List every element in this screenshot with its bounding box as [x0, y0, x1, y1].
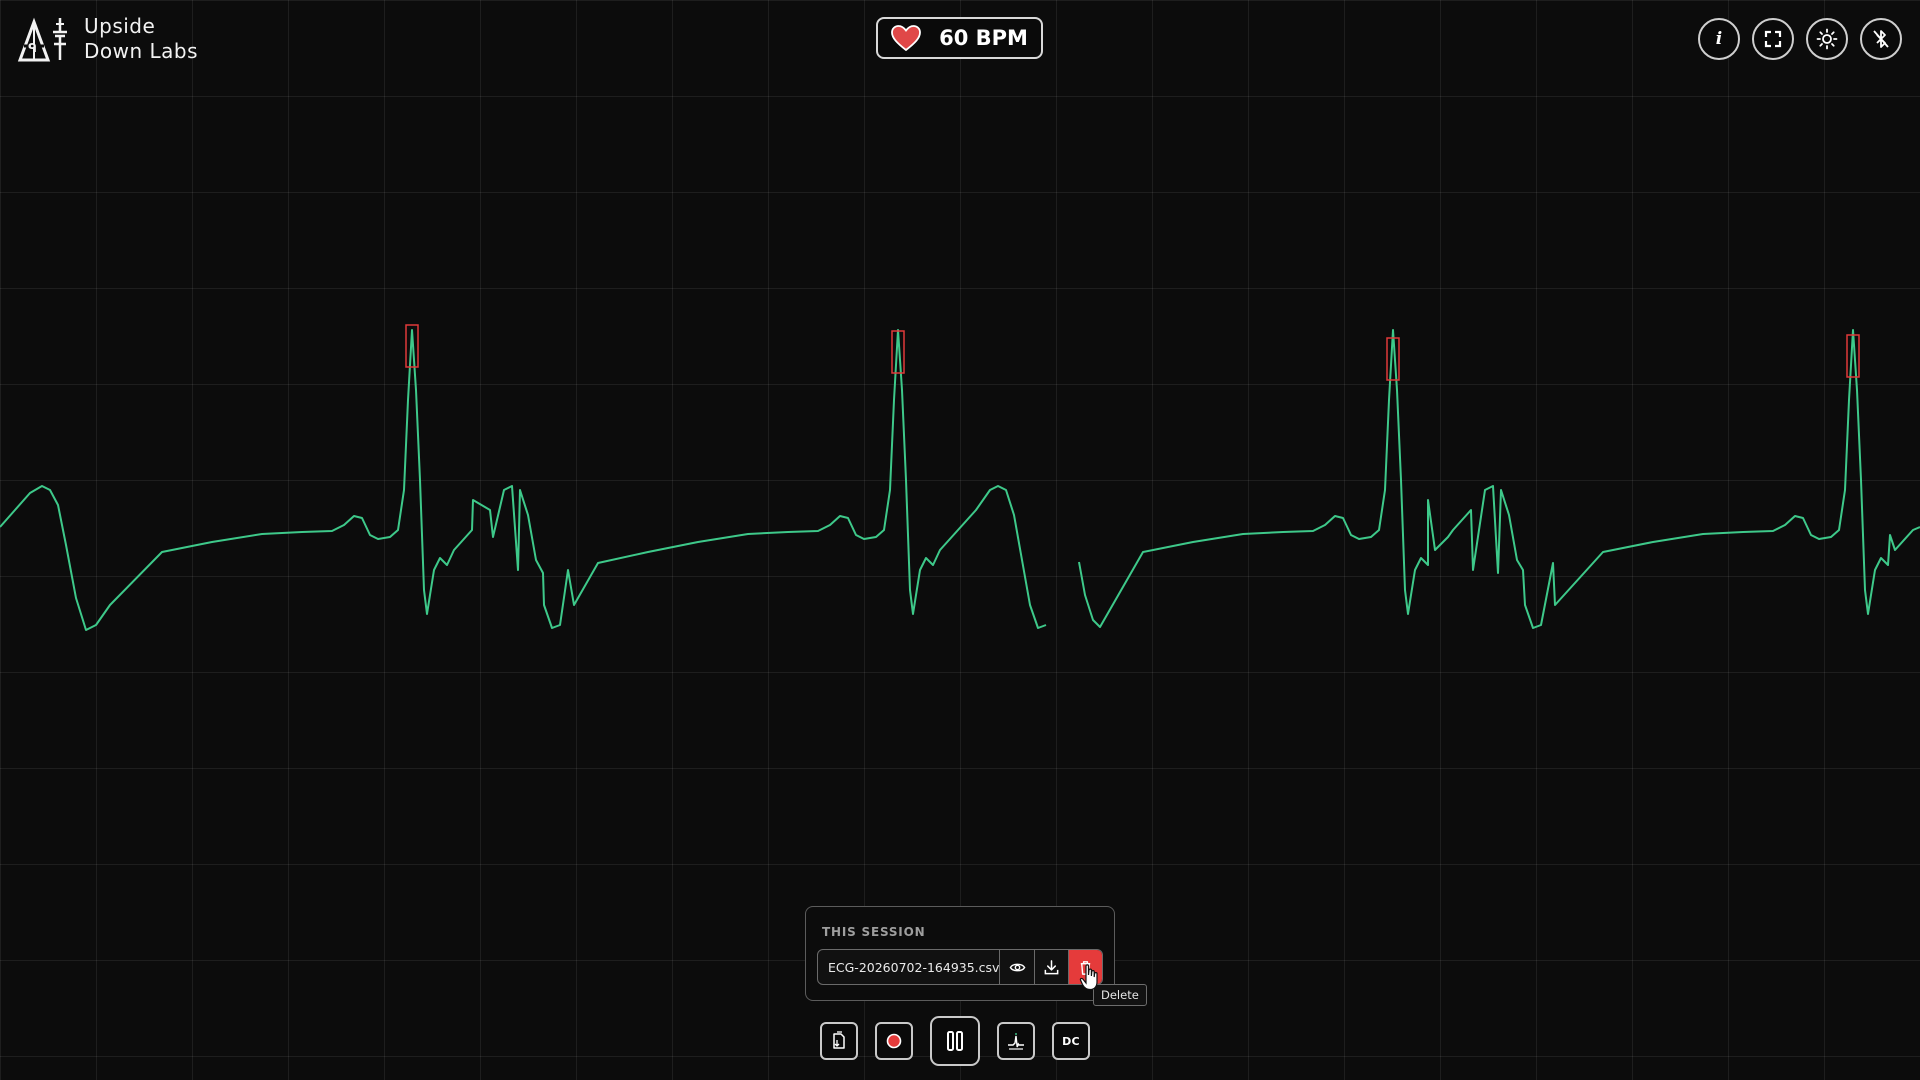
brand-name: Upside Down Labs [84, 14, 198, 64]
brightness-icon [1816, 28, 1838, 50]
info-button[interactable]: i [1698, 18, 1740, 60]
brand-logo: ᑫ Upside Down Labs [16, 14, 198, 64]
heart-icon [891, 25, 921, 51]
download-icon [1044, 959, 1059, 974]
pause-icon [947, 1031, 963, 1051]
filter-button[interactable] [997, 1022, 1035, 1060]
session-file-name: ECG-20260702-164935.csv [818, 950, 1001, 984]
fullscreen-button[interactable] [1752, 18, 1794, 60]
ecg-monitor-screen: ᑫ Upside Down Labs 60 BPM i THIS SESSION… [0, 0, 1920, 1080]
brand-name-line1: Upside [84, 14, 156, 38]
upside-down-labs-logo-icon: ᑫ [17, 17, 67, 62]
brand-name-line2: Down Labs [84, 39, 199, 63]
heart-rate-value: 60 BPM [939, 26, 1028, 50]
download-file-button[interactable] [1035, 950, 1069, 984]
top-actions: i [1698, 18, 1902, 60]
files-icon [833, 1031, 845, 1049]
session-title: THIS SESSION [822, 925, 926, 939]
delete-tooltip: Delete [1093, 984, 1147, 1006]
ecg-trace-segment [1078, 329, 1920, 629]
pause-button[interactable] [930, 1016, 980, 1066]
session-panel: THIS SESSION ECG-20260702-164935.csv [805, 906, 1115, 1001]
bottom-toolbar: DC [820, 1016, 1090, 1066]
heart-rate-display: 60 BPM [876, 17, 1043, 59]
record-button[interactable] [875, 1022, 913, 1060]
view-file-button[interactable] [1000, 950, 1035, 984]
dc-button[interactable]: DC [1052, 1022, 1090, 1060]
bluetooth-button[interactable] [1860, 18, 1902, 60]
fullscreen-icon [1764, 30, 1782, 48]
bluetooth-off-icon [1873, 30, 1889, 48]
files-button[interactable] [820, 1022, 858, 1060]
session-file-row: ECG-20260702-164935.csv [817, 949, 1103, 985]
svg-text:ᑫ: ᑫ [28, 41, 37, 55]
hand-cursor-icon [1079, 964, 1098, 991]
ecg-trace-segment [0, 329, 1047, 631]
brightness-button[interactable] [1806, 18, 1848, 60]
record-icon [886, 1033, 902, 1049]
dc-label: DC [1062, 1034, 1080, 1048]
view-icon [1009, 963, 1025, 971]
filter-icon [1008, 1033, 1024, 1050]
info-icon: i [1715, 28, 1723, 49]
